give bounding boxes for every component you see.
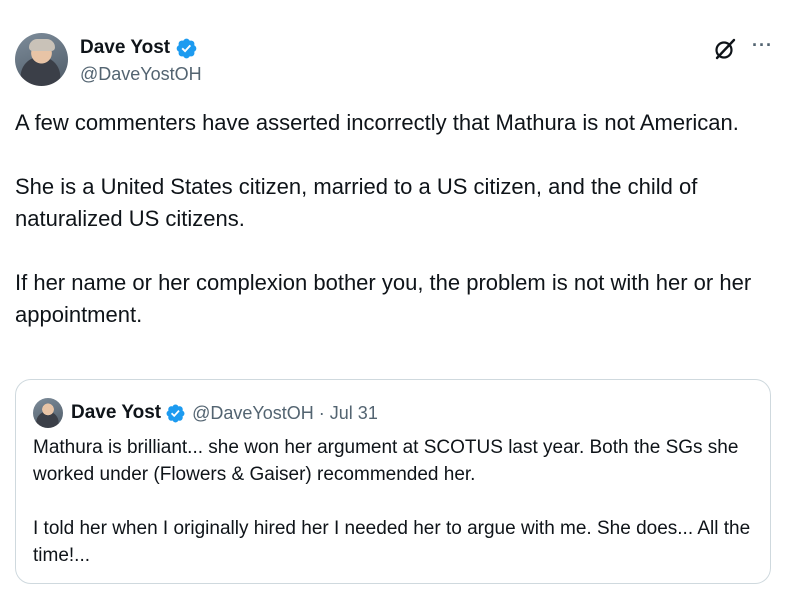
tweet-paragraph: If her name or her complexion bother you… [15, 270, 752, 327]
quoted-author-handle[interactable]: @DaveYostOH [192, 403, 314, 424]
author-block: Dave Yost @DaveYostOH [80, 36, 202, 85]
quoted-paragraph: Mathura is brilliant... she won her argu… [33, 437, 739, 485]
tweet-paragraph: A few commenters have asserted incorrect… [15, 110, 739, 135]
quoted-paragraph: I told her when I originally hired her I… [33, 518, 751, 566]
verified-badge-icon [176, 38, 197, 58]
quoted-tweet-header: Dave Yost @DaveYostOH · Jul 31 [33, 397, 378, 429]
author-handle[interactable]: @DaveYostOH [80, 64, 202, 85]
author-avatar[interactable] [15, 33, 68, 86]
quoted-tweet-date[interactable]: Jul 31 [330, 403, 378, 424]
grok-icon[interactable] [713, 37, 737, 61]
separator-dot: · [318, 402, 325, 423]
quoted-tweet-card[interactable]: Dave Yost @DaveYostOH · Jul 31 Mathura i… [15, 379, 771, 584]
tweet-text: A few commenters have asserted incorrect… [15, 107, 785, 331]
quoted-author-name[interactable]: Dave Yost [71, 402, 161, 424]
more-options-icon[interactable]: ··· [752, 35, 773, 56]
tweet-paragraph: She is a United States citizen, married … [15, 174, 698, 231]
quoted-tweet-text: Mathura is brilliant... she won her argu… [33, 434, 753, 569]
author-name[interactable]: Dave Yost [80, 37, 170, 59]
verified-badge-icon [166, 404, 185, 422]
quoted-author-avatar[interactable] [33, 398, 63, 428]
tweet-header: Dave Yost @DaveYostOH ··· [15, 33, 787, 89]
